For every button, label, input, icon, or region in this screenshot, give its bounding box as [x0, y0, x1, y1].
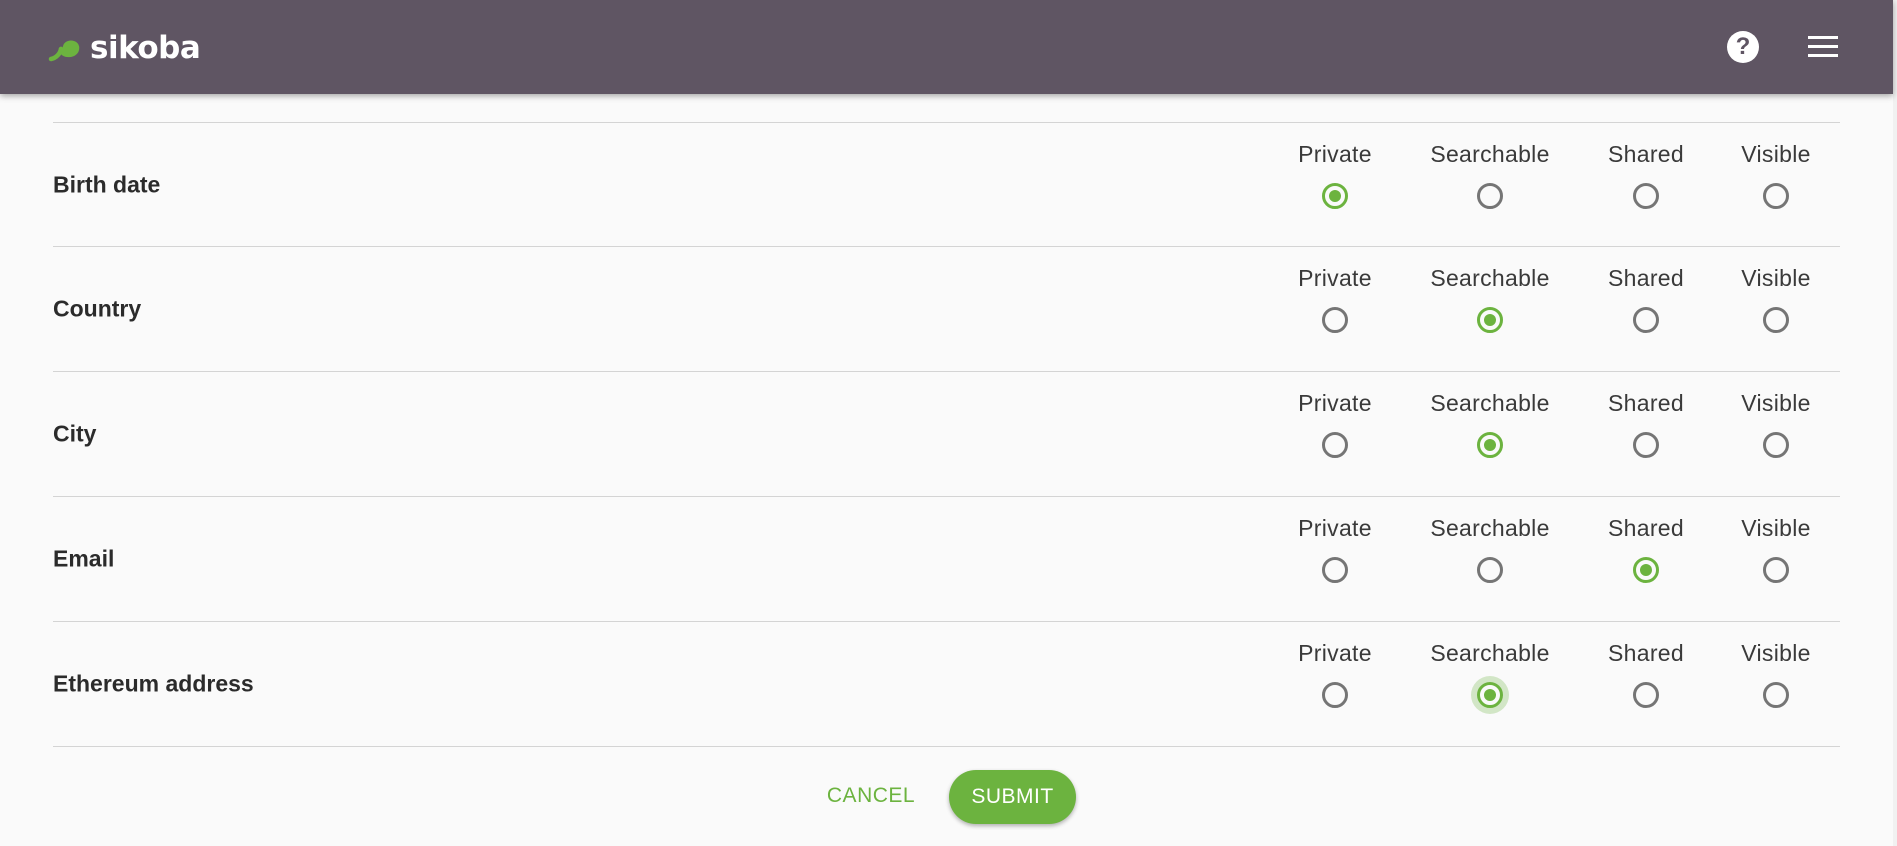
- radio-searchable[interactable]: [1477, 432, 1503, 458]
- field-row-city: City Private Searchable Shared Visible: [53, 372, 1840, 497]
- form-actions: CANCEL SUBMIT: [0, 770, 1897, 826]
- spiral-logo-icon: [48, 40, 80, 62]
- option-label: Visible: [1741, 515, 1811, 541]
- option-label: Private: [1298, 515, 1372, 541]
- option-label: Searchable: [1430, 265, 1550, 291]
- option-searchable: Searchable: [1410, 263, 1570, 333]
- field-label: Ethereum address: [53, 670, 254, 697]
- option-private: Private: [1255, 638, 1415, 708]
- radio-shared[interactable]: [1633, 432, 1659, 458]
- privacy-settings-form: Birth date Private Searchable Shared Vis…: [53, 122, 1840, 747]
- option-private: Private: [1255, 263, 1415, 333]
- option-visible: Visible: [1696, 638, 1856, 708]
- hamburger-menu-icon[interactable]: [1808, 36, 1838, 58]
- option-label: Searchable: [1430, 141, 1550, 167]
- page-scrollbar[interactable]: [1893, 0, 1897, 846]
- radio-searchable[interactable]: [1477, 307, 1503, 333]
- radio-visible[interactable]: [1763, 183, 1789, 209]
- option-searchable: Searchable: [1410, 513, 1570, 583]
- radio-private[interactable]: [1322, 557, 1348, 583]
- radio-shared[interactable]: [1633, 682, 1659, 708]
- radio-visible[interactable]: [1763, 557, 1789, 583]
- field-label: Country: [53, 295, 142, 322]
- radio-visible[interactable]: [1763, 682, 1789, 708]
- option-visible: Visible: [1696, 513, 1856, 583]
- option-label: Searchable: [1430, 515, 1550, 541]
- radio-shared[interactable]: [1633, 557, 1659, 583]
- radio-searchable[interactable]: [1477, 557, 1503, 583]
- brand-logo[interactable]: sikoba: [47, 28, 201, 68]
- option-visible: Visible: [1696, 139, 1856, 209]
- option-label: Private: [1298, 141, 1372, 167]
- option-visible: Visible: [1696, 263, 1856, 333]
- option-label: Searchable: [1430, 640, 1550, 666]
- radio-searchable[interactable]: [1477, 682, 1503, 708]
- field-label: Birth date: [53, 171, 161, 197]
- field-label: Email: [53, 545, 115, 572]
- help-button[interactable]: ?: [1727, 31, 1759, 63]
- radio-private[interactable]: [1322, 682, 1348, 708]
- option-label: Visible: [1741, 265, 1811, 291]
- menu-bar: [1808, 54, 1838, 57]
- question-icon: ?: [1735, 33, 1751, 60]
- field-row-ethereum-address: Ethereum address Private Searchable Shar…: [53, 622, 1840, 747]
- field-label: City: [53, 420, 97, 447]
- submit-button[interactable]: SUBMIT: [949, 770, 1076, 824]
- menu-bar: [1808, 45, 1838, 48]
- field-row-country: Country Private Searchable Shared Visibl…: [53, 247, 1840, 372]
- radio-private[interactable]: [1322, 307, 1348, 333]
- app-header: sikoba ?: [0, 0, 1893, 94]
- option-searchable: Searchable: [1410, 388, 1570, 458]
- option-label: Searchable: [1430, 390, 1550, 416]
- radio-shared[interactable]: [1633, 183, 1659, 209]
- option-label: Visible: [1741, 390, 1811, 416]
- option-searchable: Searchable: [1410, 139, 1570, 209]
- brand-name: sikoba: [90, 30, 201, 66]
- radio-private[interactable]: [1322, 183, 1348, 209]
- option-visible: Visible: [1696, 388, 1856, 458]
- menu-bar: [1808, 36, 1838, 39]
- field-row-email: Email Private Searchable Shared Visible: [53, 497, 1840, 622]
- option-searchable: Searchable: [1410, 638, 1570, 708]
- radio-shared[interactable]: [1633, 307, 1659, 333]
- cancel-button[interactable]: CANCEL: [815, 784, 927, 808]
- field-row-birth-date: Birth date Private Searchable Shared Vis…: [53, 122, 1840, 247]
- option-private: Private: [1255, 388, 1415, 458]
- radio-visible[interactable]: [1763, 432, 1789, 458]
- option-label: Private: [1298, 390, 1372, 416]
- radio-searchable[interactable]: [1477, 183, 1503, 209]
- option-label: Private: [1298, 640, 1372, 666]
- option-private: Private: [1255, 139, 1415, 209]
- option-private: Private: [1255, 513, 1415, 583]
- option-label: Private: [1298, 265, 1372, 291]
- option-label: Visible: [1741, 640, 1811, 666]
- option-label: Visible: [1741, 141, 1811, 167]
- radio-private[interactable]: [1322, 432, 1348, 458]
- radio-visible[interactable]: [1763, 307, 1789, 333]
